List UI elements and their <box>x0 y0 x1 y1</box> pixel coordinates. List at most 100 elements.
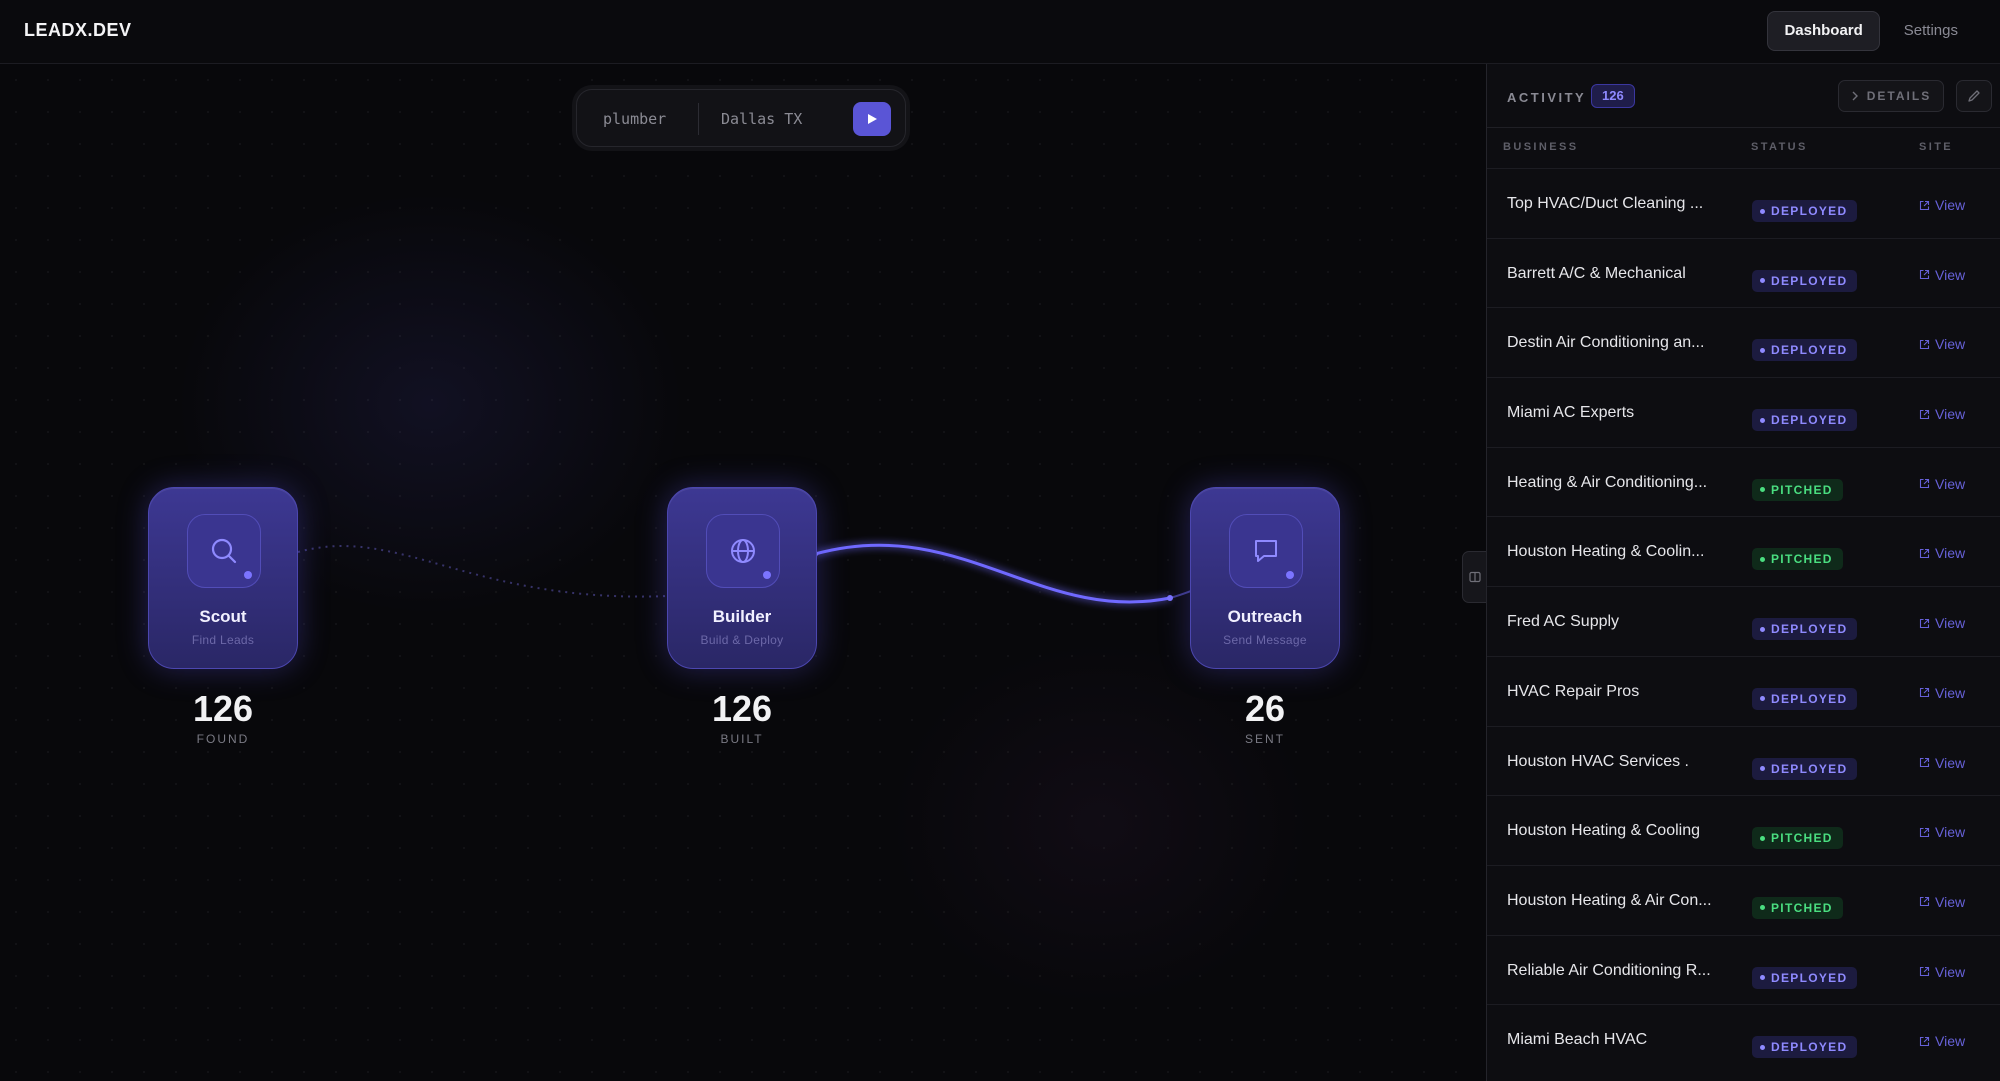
view-site-link[interactable]: View <box>1919 685 1965 701</box>
status-text: DEPLOYED <box>1771 622 1848 637</box>
view-site-link[interactable]: View <box>1919 476 1965 492</box>
status-dot <box>1760 417 1765 423</box>
status-text: DEPLOYED <box>1771 273 1848 288</box>
view-site-link[interactable]: View <box>1919 824 1965 840</box>
stat-number: 126 <box>711 688 773 729</box>
view-site-link[interactable]: View <box>1919 197 1965 213</box>
status-badge: DEPLOYED <box>1752 269 1858 292</box>
status-badge: DEPLOYED <box>1752 618 1858 641</box>
view-label: View <box>1935 475 1966 492</box>
outreach-icon-box <box>1229 514 1303 588</box>
globe-icon <box>731 539 755 563</box>
status-badge: DEPLOYED <box>1752 757 1858 780</box>
nav-dashboard[interactable]: Dashboard <box>1767 11 1880 51</box>
view-label: View <box>1935 266 1966 283</box>
scout-stat: 126 FOUND <box>148 688 298 746</box>
view-site-link[interactable]: View <box>1919 615 1965 631</box>
business-name: HVAC Repair Pros <box>1507 682 1640 700</box>
external-link-icon <box>1919 548 1930 558</box>
external-link-icon <box>1919 479 1930 489</box>
view-site-link[interactable]: View <box>1919 964 1965 980</box>
view-site-link[interactable]: View <box>1919 406 1965 422</box>
node-subtitle: Find Leads <box>191 633 255 647</box>
status-badge: DEPLOYED <box>1752 687 1858 710</box>
business-name: Barrett A/C & Mechanical <box>1507 264 1686 282</box>
external-link-icon <box>1919 339 1930 349</box>
status-dot <box>1760 696 1765 702</box>
table-row[interactable]: Destin Air Conditioning an... DEPLOYED V… <box>1487 307 2000 377</box>
nav-settings[interactable]: Settings <box>1888 11 1974 51</box>
table-row[interactable]: Reliable Air Conditioning R... DEPLOYED … <box>1487 934 2000 1005</box>
details-button[interactable]: DETAILS <box>1838 80 1944 112</box>
activity-count-badge: 126 <box>1591 84 1635 108</box>
pipeline-canvas: Scout Find Leads 126 FOUND Builder Build… <box>0 64 1486 1081</box>
scout-node[interactable]: Scout Find Leads <box>148 487 298 669</box>
activity-title: ACTIVITY <box>1507 90 1587 105</box>
view-site-link[interactable]: View <box>1919 1033 1965 1049</box>
external-link-icon <box>1919 200 1930 210</box>
view-label: View <box>1935 336 1966 353</box>
top-bar: LEADX.DEV Dashboard Settings <box>0 0 2000 64</box>
column-status[interactable]: STATUS <box>1751 141 1808 153</box>
status-dot <box>1760 347 1765 353</box>
status-text: PITCHED <box>1771 831 1833 846</box>
stat-label: SENT <box>1244 732 1285 746</box>
table-row[interactable]: Top HVAC/Duct Cleaning ... DEPLOYED View <box>1487 168 2000 238</box>
business-name: Houston Heating & Air Con... <box>1507 891 1712 909</box>
view-site-link[interactable]: View <box>1919 336 1965 352</box>
status-dot <box>1760 208 1765 214</box>
view-site-link[interactable]: View <box>1919 267 1965 283</box>
status-badge: DEPLOYED <box>1752 409 1858 432</box>
view-site-link[interactable]: View <box>1919 894 1965 910</box>
panel-toggle-button[interactable] <box>1462 551 1486 603</box>
search-icon <box>211 538 237 564</box>
node-title: Scout <box>199 607 247 626</box>
status-text: PITCHED <box>1771 552 1833 567</box>
stat-number: 126 <box>192 688 254 729</box>
view-label: View <box>1935 754 1966 771</box>
view-site-link[interactable]: View <box>1919 545 1965 561</box>
column-site[interactable]: SITE <box>1919 141 1953 153</box>
builder-icon-box <box>706 514 780 588</box>
connector-builder-outreach <box>814 543 1171 604</box>
external-link-icon <box>1919 270 1930 280</box>
node-title: Outreach <box>1227 607 1303 626</box>
status-text: PITCHED <box>1771 900 1833 915</box>
status-dot <box>1760 556 1765 562</box>
pencil-icon <box>1968 90 1980 102</box>
table-row[interactable]: Miami Beach HVAC DEPLOYED View <box>1487 1004 2000 1074</box>
table-row[interactable]: Houston Heating & Coolin... PITCHED View <box>1487 516 2000 586</box>
column-business[interactable]: BUSINESS <box>1503 141 1578 153</box>
builder-stat: 126 BUILT <box>667 688 817 746</box>
table-row[interactable]: Heating & Air Conditioning... PITCHED Vi… <box>1487 446 2000 517</box>
status-badge: PITCHED <box>1752 896 1843 919</box>
table-row[interactable]: Houston HVAC Services . DEPLOYED View <box>1487 725 2000 796</box>
table-row[interactable]: Miami AC Experts DEPLOYED View <box>1487 377 2000 447</box>
status-badge: PITCHED <box>1752 548 1843 571</box>
business-name: Miami AC Experts <box>1507 404 1635 422</box>
view-label: View <box>1935 545 1966 562</box>
table-row[interactable]: HVAC Repair Pros DEPLOYED View <box>1487 655 2000 726</box>
table-row[interactable]: Houston Heating & Cooling PITCHED View <box>1487 795 2000 865</box>
view-site-link[interactable]: View <box>1919 755 1965 771</box>
status-dot <box>1760 1044 1765 1050</box>
message-icon <box>1255 540 1277 562</box>
builder-node[interactable]: Builder Build & Deploy <box>667 487 817 669</box>
external-link-icon <box>1919 618 1930 628</box>
status-text: DEPLOYED <box>1771 691 1848 706</box>
connector-scout-builder <box>297 545 669 598</box>
table-row[interactable]: Fred AC Supply DEPLOYED View <box>1487 586 2000 656</box>
brand-logo[interactable]: LEADX.DEV <box>24 20 132 41</box>
external-link-icon <box>1919 688 1930 698</box>
status-text: DEPLOYED <box>1771 761 1848 776</box>
status-badge: DEPLOYED <box>1752 1036 1858 1059</box>
outreach-node[interactable]: Outreach Send Message <box>1190 487 1340 669</box>
status-text: DEPLOYED <box>1771 204 1848 218</box>
table-row[interactable]: Barrett A/C & Mechanical DEPLOYED View <box>1487 237 2000 308</box>
view-label: View <box>1935 1033 1966 1050</box>
table-row[interactable]: Houston Heating & Air Con... PITCHED Vie… <box>1487 864 2000 935</box>
status-text: DEPLOYED <box>1771 970 1848 985</box>
stat-number: 26 <box>1244 688 1286 729</box>
status-text: DEPLOYED <box>1771 413 1848 428</box>
edit-button[interactable] <box>1956 80 1992 112</box>
